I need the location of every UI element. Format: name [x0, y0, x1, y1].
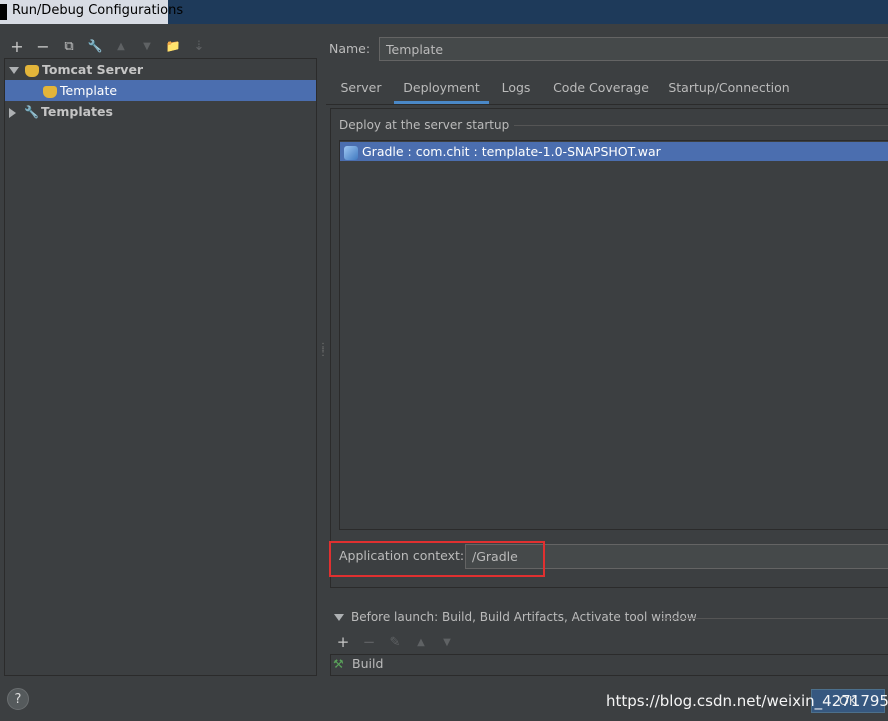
- splitter-handle[interactable]: ⋮ ⋮: [318, 343, 328, 365]
- add-configuration-button[interactable]: +: [7, 36, 27, 56]
- artifact-list[interactable]: [339, 140, 888, 530]
- tab-code-coverage[interactable]: Code Coverage: [548, 71, 654, 104]
- deploy-section-title: Deploy at the server startup: [339, 118, 515, 132]
- expanded-arrow-icon[interactable]: [9, 67, 19, 74]
- tab-logs[interactable]: Logs: [494, 71, 538, 104]
- watermark-text: https://blog.csdn.net/weixin_42717959: [606, 692, 888, 710]
- tomcat-icon: [43, 85, 57, 98]
- move-down-button[interactable]: ▼: [137, 36, 157, 56]
- remove-configuration-button[interactable]: −: [33, 36, 53, 56]
- move-task-up-button[interactable]: ▲: [412, 633, 430, 651]
- tomcat-icon: [25, 64, 39, 77]
- tree-item-label: Template: [60, 83, 118, 98]
- before-launch-label[interactable]: Before launch: Build, Build Artifacts, A…: [351, 610, 697, 624]
- edit-templates-button[interactable]: 🔧: [85, 36, 105, 56]
- annotation-highlight-box: [329, 541, 545, 577]
- help-button[interactable]: ?: [7, 688, 29, 710]
- artifact-label: Gradle : com.chit : template-1.0-SNAPSHO…: [362, 144, 661, 159]
- configuration-tree[interactable]: Tomcat Server Template 🔧 Templates: [4, 58, 317, 676]
- tree-group-tomcat-server[interactable]: Tomcat Server: [9, 59, 143, 80]
- edit-task-button[interactable]: ✎: [386, 633, 404, 651]
- new-folder-button[interactable]: 📁: [163, 36, 183, 56]
- tab-strip: Server Deployment Logs Code Coverage Sta…: [326, 71, 888, 104]
- tree-item-template[interactable]: Template: [5, 80, 316, 101]
- before-launch-list[interactable]: [330, 654, 888, 676]
- name-field[interactable]: Template: [379, 37, 888, 61]
- hammer-icon: ⚒: [333, 657, 344, 671]
- tree-group-templates[interactable]: 🔧 Templates: [9, 101, 113, 122]
- before-launch-item[interactable]: Build: [352, 656, 383, 671]
- collapsed-arrow-icon[interactable]: [9, 107, 16, 118]
- tab-deployment[interactable]: Deployment: [394, 71, 489, 104]
- tab-divider: [326, 104, 888, 105]
- wrench-icon: 🔧: [24, 105, 39, 119]
- section-rule: [662, 618, 888, 619]
- copy-configuration-button[interactable]: ⧉: [59, 36, 79, 56]
- add-task-button[interactable]: +: [334, 633, 352, 651]
- tab-startup-connection[interactable]: Startup/Connection: [666, 71, 792, 104]
- tab-server[interactable]: Server: [334, 71, 388, 104]
- move-up-button[interactable]: ▲: [111, 36, 131, 56]
- move-task-down-button[interactable]: ▼: [438, 633, 456, 651]
- name-label: Name:: [329, 41, 371, 56]
- tree-templates-label: Templates: [41, 104, 113, 119]
- window-title: Run/Debug Configurations: [12, 3, 184, 18]
- artifact-icon: [344, 145, 358, 160]
- remove-task-button[interactable]: −: [360, 633, 378, 651]
- artifact-list-item[interactable]: Gradle : com.chit : template-1.0-SNAPSHO…: [340, 142, 888, 161]
- tree-group-label: Tomcat Server: [42, 62, 144, 77]
- app-logo-icon: [0, 4, 7, 20]
- sort-configurations-button[interactable]: ⇣: [189, 36, 209, 56]
- before-launch-toggle-icon[interactable]: [334, 614, 344, 621]
